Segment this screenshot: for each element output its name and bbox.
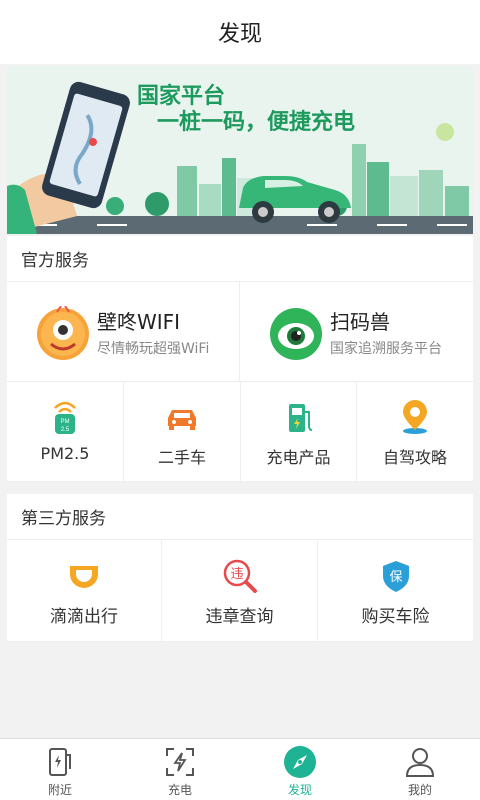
page-title: 发现 — [217, 22, 262, 47]
didi-label: 滴滴出行 — [50, 607, 118, 627]
saomashou-card[interactable]: 扫码兽 国家追溯服务平台 — [240, 282, 473, 382]
user-icon — [403, 745, 437, 779]
violation-search-icon: 违 — [222, 558, 258, 594]
saomashou-subtitle: 国家追溯服务平台 — [330, 341, 442, 357]
tab-mine-label: 我的 — [407, 783, 432, 797]
compass-icon — [283, 745, 317, 779]
eye-icon — [268, 306, 324, 362]
used-car-item[interactable]: 二手车 — [124, 382, 241, 482]
third-party-services-grid: 滴滴出行 违 违章查询 保 购买车险 — [7, 540, 473, 642]
tab-nearby-label: 附近 — [47, 783, 72, 797]
banner-illustration — [7, 66, 473, 234]
insurance-shield-icon: 保 — [378, 558, 414, 594]
banner-line2: 一桩一码，便捷充电 — [157, 110, 356, 135]
pm25-label: PM2.5 — [40, 444, 90, 463]
pm25-item[interactable]: PM 2.5 PM2.5 — [7, 382, 124, 482]
bottom-tab-bar: 附近 充电 发现 我的 — [0, 738, 480, 800]
road-trip-guide-label: 自驾攻略 — [382, 448, 447, 467]
svg-text:PM: PM — [61, 419, 70, 425]
violation-query-label: 违章查询 — [205, 607, 274, 627]
official-services-grid: 壁咚WIFI 尽情畅玩超强WiFi 扫码兽 国家追溯服务平台 PM 2.5 PM… — [7, 282, 473, 482]
monster-icon — [35, 305, 91, 362]
svg-text:保: 保 — [389, 570, 402, 585]
nearby-charger-icon — [43, 745, 77, 779]
svg-text:2.5: 2.5 — [61, 427, 70, 433]
scan-charge-icon — [163, 745, 197, 779]
car-icon — [164, 400, 200, 436]
tab-charge[interactable]: 充电 — [120, 739, 240, 800]
charger-icon — [281, 400, 317, 436]
used-car-label: 二手车 — [157, 448, 206, 467]
tab-nearby[interactable]: 附近 — [0, 739, 120, 800]
car-insurance-item[interactable]: 保 购买车险 — [318, 540, 473, 642]
tab-discover-label: 发现 — [287, 783, 312, 797]
svg-text:违: 违 — [230, 567, 243, 582]
page-header: 发现 — [0, 0, 480, 64]
promo-banner[interactable]: 国家平台 一桩一码，便捷充电 — [7, 66, 473, 234]
tab-discover[interactable]: 发现 — [240, 739, 360, 800]
bidong-wifi-title: 壁咚WIFI — [97, 310, 181, 334]
car-insurance-label: 购买车险 — [361, 607, 430, 627]
pm25-icon: PM 2.5 — [47, 400, 83, 436]
bidong-wifi-subtitle: 尽情畅玩超强WiFi — [97, 341, 210, 357]
tab-charge-label: 充电 — [167, 783, 192, 797]
bidong-wifi-card[interactable]: 壁咚WIFI 尽情畅玩超强WiFi — [7, 282, 240, 382]
official-services-header: 官方服务 — [7, 236, 473, 282]
charging-product-item[interactable]: 充电产品 — [241, 382, 357, 482]
didi-item[interactable]: 滴滴出行 — [7, 540, 162, 642]
charging-product-label: 充电产品 — [266, 448, 331, 467]
section-title: 第三方服务 — [21, 509, 106, 529]
violation-query-item[interactable]: 违 违章查询 — [162, 540, 318, 642]
tab-mine[interactable]: 我的 — [360, 739, 480, 800]
saomashou-title: 扫码兽 — [330, 310, 390, 334]
section-title: 官方服务 — [21, 251, 89, 271]
location-pin-icon — [397, 400, 433, 436]
third-party-services-header: 第三方服务 — [7, 494, 473, 540]
didi-icon — [66, 558, 102, 594]
road-trip-guide-item[interactable]: 自驾攻略 — [357, 382, 473, 482]
